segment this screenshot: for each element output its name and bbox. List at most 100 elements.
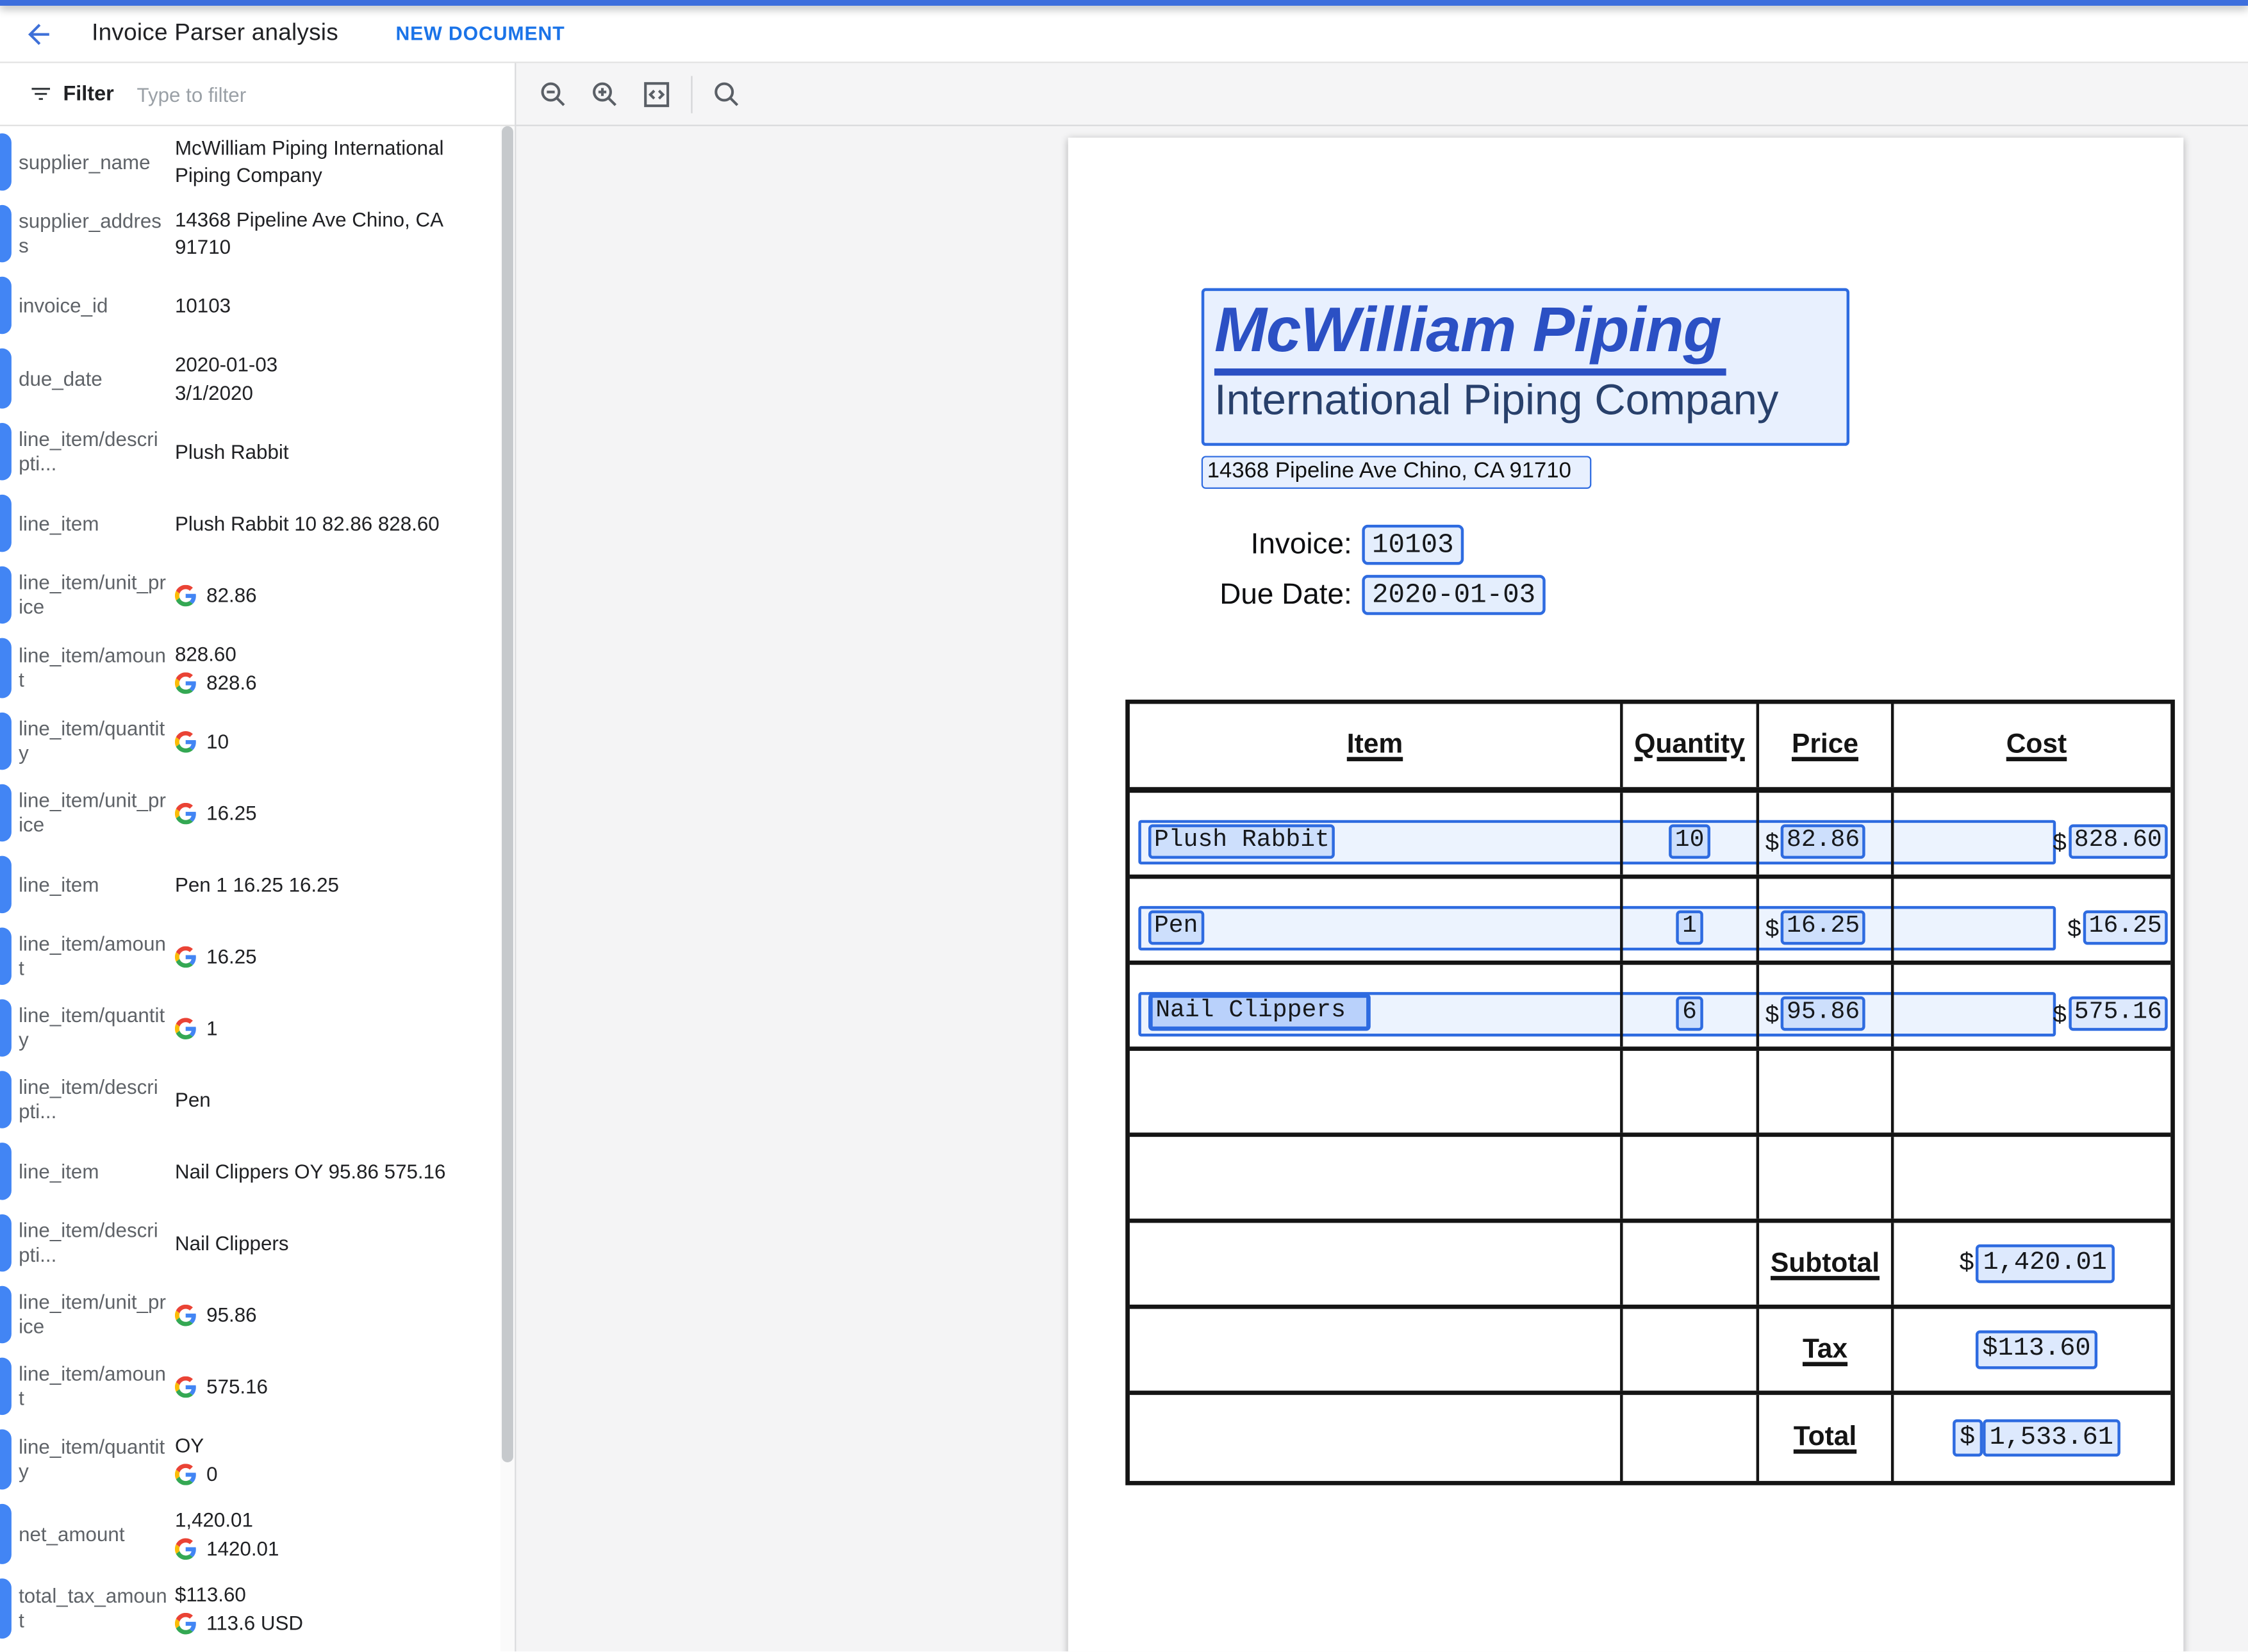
new-document-button[interactable]: NEW DOCUMENT xyxy=(395,23,565,45)
invoice-meta: Invoice: 10103 Due Date: 2020-01-03 xyxy=(1206,525,1546,615)
zoom-in-button[interactable] xyxy=(584,72,627,115)
due-date-label: Due Date: xyxy=(1206,578,1352,613)
field-value-line: 10 xyxy=(175,727,500,756)
empty-cell xyxy=(1623,1051,1760,1133)
field-row[interactable]: line_item/amount16.25 xyxy=(0,920,500,992)
field-label: line_item/amount xyxy=(19,1362,168,1410)
cost-highlight[interactable]: 575.16 xyxy=(2069,997,2168,1031)
dollar-sign: $ xyxy=(1765,832,1780,859)
zoom-out-button[interactable] xyxy=(532,72,575,115)
price-highlight[interactable]: 82.86 xyxy=(1781,825,1865,859)
field-row[interactable]: total_tax_amount$113.60113.6 USD xyxy=(0,1571,500,1646)
google-icon xyxy=(175,802,197,824)
total-value-cell: $1,533.61 xyxy=(1894,1395,2179,1481)
google-icon xyxy=(175,1463,197,1485)
field-row[interactable]: line_itemPlush Rabbit 10 82.86 828.60 xyxy=(0,488,500,559)
field-row[interactable]: line_item/quantity10 xyxy=(0,706,500,777)
column-header: Quantity xyxy=(1623,704,1760,787)
field-value-text: OY xyxy=(175,1432,204,1459)
supplier-address-highlight[interactable]: 14368 Pipeline Ave Chino, CA 91710 xyxy=(1202,456,1592,488)
toolbar-divider xyxy=(691,75,692,112)
sidebar-scrollbar-thumb[interactable] xyxy=(502,126,513,1462)
field-accent-bar xyxy=(0,423,12,480)
field-value-line: 3/1/2020 xyxy=(175,379,500,408)
field-row[interactable]: line_item/unit_price95.86 xyxy=(0,1279,500,1351)
column-header: Price xyxy=(1759,704,1894,787)
body: Filter supplier_nameMcWilliam Piping Int… xyxy=(0,63,2248,1651)
quantity-highlight[interactable]: 6 xyxy=(1676,997,1703,1031)
field-row[interactable]: supplier_address14368 Pipeline Ave Chino… xyxy=(0,198,500,270)
field-label: line_item/unit_price xyxy=(19,1291,168,1339)
field-value: Pen 1 16.25 16.25 xyxy=(175,870,500,899)
field-row[interactable]: due_date2020-01-033/1/2020 xyxy=(0,341,500,415)
field-accent-bar xyxy=(0,856,12,913)
field-row[interactable]: line_item/amount828.60828.6 xyxy=(0,631,500,705)
field-row[interactable]: line_item/descripti...Nail Clippers xyxy=(0,1207,500,1279)
total-value-highlight[interactable]: 1,533.61 xyxy=(1982,1419,2120,1457)
document-viewer: McWilliam Piping International Piping Co… xyxy=(516,63,2248,1651)
total-label: Tax xyxy=(1803,1334,1847,1366)
total-value-highlight[interactable]: $113.60 xyxy=(1975,1331,2098,1369)
field-value: 16.25 xyxy=(175,942,500,971)
field-label: line_item/unit_price xyxy=(19,788,168,837)
field-label: due_date xyxy=(19,367,168,391)
field-row[interactable]: line_item/unit_price82.86 xyxy=(0,559,500,631)
google-icon xyxy=(175,1304,197,1326)
field-row[interactable]: line_itemPen 1 16.25 16.25 xyxy=(0,848,500,920)
cost-highlight[interactable]: 16.25 xyxy=(2083,911,2168,945)
field-row[interactable]: line_item/amount575.16 xyxy=(0,1350,500,1422)
supplier-name-highlight[interactable]: McWilliam Piping International Piping Co… xyxy=(1202,288,1849,446)
field-label: line_item xyxy=(19,1159,168,1184)
search-button[interactable] xyxy=(706,72,748,115)
field-value-text: McWilliam Piping International Piping Co… xyxy=(175,135,500,189)
field-value-text: 14368 Pipeline Ave Chino, CA 91710 xyxy=(175,206,500,261)
item-name-highlight[interactable]: Nail Clippers xyxy=(1148,994,1370,1030)
invoice-label: Invoice: xyxy=(1206,527,1352,562)
field-row[interactable]: line_item/unit_price16.25 xyxy=(0,777,500,849)
invoice-id-highlight[interactable]: 10103 xyxy=(1362,525,1464,565)
item-cell: Pen xyxy=(1130,879,1623,961)
field-value-line: Pen 1 16.25 16.25 xyxy=(175,870,500,899)
field-row[interactable]: line_item/descripti...Plush Rabbit xyxy=(0,416,500,488)
sidebar-scrollbar[interactable] xyxy=(500,126,515,1651)
total-value-highlight[interactable]: 1,420.01 xyxy=(1976,1244,2114,1283)
quantity-cell: 10 xyxy=(1623,793,1760,875)
dollar-highlight[interactable]: $ xyxy=(1953,1419,1983,1457)
field-value-line: Plush Rabbit 10 82.86 828.60 xyxy=(175,509,500,538)
field-row[interactable]: line_item/quantityOY0 xyxy=(0,1422,500,1496)
field-value-text: Pen xyxy=(175,1086,211,1114)
price-highlight[interactable]: 95.86 xyxy=(1781,997,1865,1031)
due-date-highlight[interactable]: 2020-01-03 xyxy=(1362,575,1545,615)
back-button[interactable] xyxy=(20,15,57,52)
item-name-highlight[interactable]: Plush Rabbit xyxy=(1148,825,1335,859)
invoice-table: ItemQuantityPriceCostPlush Rabbit10$82.8… xyxy=(1125,700,2175,1485)
field-value-text: 82.86 xyxy=(206,581,256,609)
filter-input[interactable] xyxy=(134,81,406,106)
field-row[interactable]: net_amount1,420.011420.01 xyxy=(0,1497,500,1571)
price-highlight[interactable]: 16.25 xyxy=(1781,911,1865,945)
field-row[interactable]: line_item/descripti...Pen xyxy=(0,1064,500,1136)
total-value-cell: $1,420.01 xyxy=(1894,1223,2179,1305)
total-label-cell: Subtotal xyxy=(1759,1223,1894,1305)
total-value-cell: $113.60 xyxy=(1894,1309,2179,1391)
google-icon xyxy=(175,945,197,967)
filter-bar: Filter xyxy=(0,63,515,126)
quantity-highlight[interactable]: 1 xyxy=(1676,911,1703,945)
field-row[interactable]: supplier_nameMcWilliam Piping Internatio… xyxy=(0,126,500,198)
total-label: Subtotal xyxy=(1771,1248,1880,1280)
field-value-line: 16.25 xyxy=(175,942,500,971)
field-row[interactable]: line_itemNail Clippers OY 95.86 575.16 xyxy=(0,1136,500,1207)
quantity-highlight[interactable]: 10 xyxy=(1669,825,1710,859)
code-view-button[interactable] xyxy=(635,72,678,115)
cost-highlight[interactable]: 828.60 xyxy=(2069,825,2168,859)
field-value: 10 xyxy=(175,727,500,756)
field-row[interactable]: invoice_id10103 xyxy=(0,270,500,342)
field-row[interactable]: line_item/quantity1 xyxy=(0,992,500,1064)
total-label-cell: Tax xyxy=(1759,1309,1894,1391)
field-value: McWilliam Piping International Piping Co… xyxy=(175,135,500,189)
item-name-highlight[interactable]: Pen xyxy=(1148,911,1203,945)
viewer-toolbar xyxy=(516,63,2248,126)
field-value-text: 1420.01 xyxy=(206,1535,279,1562)
field-row[interactable]: total_amount1,533.61 xyxy=(0,1646,500,1651)
field-label: supplier_address xyxy=(19,210,168,258)
